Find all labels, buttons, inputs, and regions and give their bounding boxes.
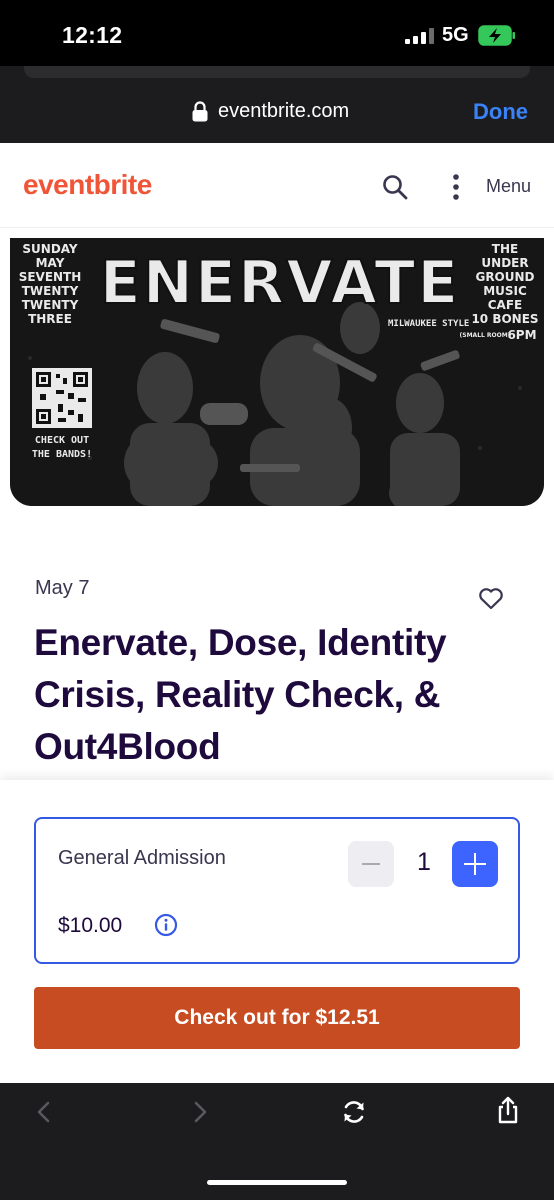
info-icon[interactable]	[154, 913, 178, 937]
qr-caption: CHECK OUT	[35, 435, 89, 446]
banner-left-line: SEVENTH	[19, 270, 82, 284]
banner-tagline: MILWAUKEE STYLE	[388, 319, 469, 329]
qr-caption: THE BANDS!	[32, 449, 92, 460]
status-bar: 12:12 5G	[0, 0, 554, 66]
banner-left-line: SUNDAY	[22, 242, 78, 256]
banner-right-line: 10 BONES	[471, 312, 538, 326]
banner-right-line: GROUND	[475, 270, 534, 284]
banner-right-line: 6PM	[507, 328, 536, 342]
banner-right-line: MUSIC	[483, 284, 527, 298]
back-icon[interactable]	[30, 1098, 58, 1126]
banner-left-line: TWENTY	[22, 298, 79, 312]
banner-headline: ENERVATE	[100, 248, 460, 318]
lock-icon	[192, 101, 208, 122]
minus-icon	[362, 863, 380, 865]
decrease-quantity-button[interactable]	[348, 841, 394, 887]
reload-icon[interactable]	[340, 1098, 368, 1126]
eventbrite-logo[interactable]: eventbrite	[23, 169, 152, 201]
event-title: Enervate, Dose, Identity Crisis, Reality…	[34, 617, 534, 773]
done-button[interactable]: Done	[473, 99, 528, 125]
ticket-sheet: General Admission $10.00 1 Check out for…	[0, 780, 554, 1083]
banner-right-line: UNDER	[481, 256, 528, 270]
search-icon[interactable]	[381, 173, 409, 201]
heart-icon[interactable]	[478, 587, 504, 611]
banner-right-line: THE	[492, 242, 518, 256]
status-time: 12:12	[62, 22, 123, 48]
home-indicator[interactable]	[207, 1180, 347, 1185]
increase-quantity-button[interactable]	[452, 841, 498, 887]
ticket-name: General Admission	[58, 847, 226, 869]
qr-code-icon	[32, 368, 92, 428]
event-title-line: Out4Blood	[34, 726, 221, 767]
share-icon[interactable]	[494, 1095, 522, 1125]
url-bar[interactable]: eventbrite.com	[192, 100, 349, 123]
event-title-line: Crisis, Reality Check, &	[34, 674, 441, 715]
banner-left-line: THREE	[28, 312, 72, 326]
quantity-value: 1	[417, 848, 431, 876]
banner-left-line: MAY	[36, 256, 65, 270]
event-banner-image: ENERVATE MILWAUKEE STYLE SUNDAY MAY SEVE…	[10, 238, 544, 506]
checkout-button[interactable]: Check out for $12.51	[34, 987, 520, 1049]
kebab-icon[interactable]	[451, 173, 461, 201]
site-nav: eventbrite Menu	[0, 143, 554, 228]
sheet-peek	[24, 66, 530, 78]
event-date: May 7	[35, 577, 90, 599]
signal-icon	[405, 28, 434, 44]
ticket-card[interactable]: General Admission $10.00 1	[34, 817, 520, 964]
forward-icon[interactable]	[186, 1098, 214, 1126]
url-text: eventbrite.com	[218, 100, 350, 122]
battery-charging-icon	[478, 25, 515, 46]
banner-right-line: (SMALL ROOM)	[460, 332, 511, 339]
banner-left-line: TWENTY	[22, 284, 79, 298]
menu-link[interactable]: Menu	[486, 176, 531, 197]
safari-header: eventbrite.com Done	[0, 66, 554, 143]
banner-right-line: CAFE	[488, 298, 523, 312]
network-label: 5G	[442, 24, 469, 46]
event-title-line: Enervate, Dose, Identity	[34, 622, 447, 663]
ticket-price: $10.00	[58, 914, 123, 937]
